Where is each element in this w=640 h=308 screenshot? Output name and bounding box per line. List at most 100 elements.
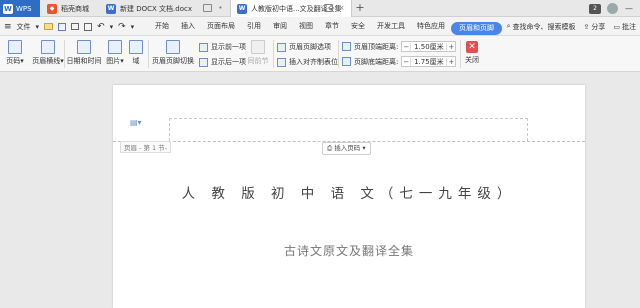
open-folder-icon[interactable] — [44, 23, 54, 30]
docer-store-icon: ◆ — [47, 3, 57, 14]
close-header-footer-button[interactable]: ✕ 关闭 — [463, 38, 481, 65]
header-top-label: 页眉顶端距离: — [354, 42, 399, 51]
menu-developer[interactable]: 开发工具 — [371, 17, 411, 36]
switch-icon — [166, 40, 180, 54]
print-preview-icon[interactable] — [84, 22, 93, 31]
header-line-label: 页眉横线 — [32, 57, 61, 65]
menu-references[interactable]: 引用 — [241, 17, 267, 36]
word-doc-icon: W — [106, 3, 116, 14]
file-menu[interactable]: 文件 — [17, 22, 31, 32]
footer-bottom-value[interactable]: 1.75厘米 — [411, 57, 446, 67]
share-button[interactable]: ⇪ 分享 — [584, 22, 606, 32]
link-icon — [251, 40, 265, 54]
decrease-button[interactable]: − — [402, 42, 412, 51]
field-label: 域 — [132, 57, 140, 65]
chevron-down-icon: ▾ — [120, 57, 124, 65]
picture-label: 图片 — [106, 57, 121, 65]
annotate-button[interactable]: ▭ 批注 — [613, 22, 636, 32]
divider — [273, 40, 274, 68]
wps-app-label: WPS — [16, 4, 32, 13]
menu-security[interactable]: 安全 — [345, 17, 371, 36]
menu-header-footer[interactable]: 页眉和页脚 — [451, 21, 502, 35]
picture-button[interactable]: 图片▾ — [104, 38, 126, 66]
new-tab-button[interactable]: + — [352, 0, 368, 17]
header-line-icon — [41, 40, 55, 54]
show-prev-button[interactable]: 显示前一项 — [199, 42, 246, 52]
tab-active-document[interactable]: W 人教版初中语...文及翻译全集 × — [230, 0, 352, 17]
menu-features[interactable]: 特色应用 — [411, 17, 451, 36]
show-next-icon — [199, 57, 208, 67]
notification-badge[interactable]: 2 — [589, 3, 601, 14]
chevron-down-icon[interactable]: ▾ — [131, 23, 135, 31]
menu-section[interactable]: 章节 — [319, 17, 345, 36]
tab-close-icon[interactable]: × — [337, 4, 346, 13]
increase-button[interactable]: + — [446, 57, 455, 66]
divider — [64, 40, 65, 68]
show-prev-icon — [199, 42, 208, 52]
tab-label: 新建 DOCX 文档.docx — [120, 4, 192, 13]
save-icon[interactable] — [58, 22, 67, 31]
header-top-stepper[interactable]: − 1.50厘米 + — [401, 41, 457, 52]
divider — [338, 40, 339, 68]
document-canvas[interactable]: ▤▾ 页眉 - 第 1 节- ⎙ 插入页码 ▾ 人 教 版 初 中 语 文（七一… — [0, 72, 640, 308]
redo-icon[interactable]: ↷ — [118, 22, 126, 32]
tab-close-icon[interactable]: • — [216, 4, 225, 13]
document-title[interactable]: 人 教 版 初 中 语 文（七一九年级） — [113, 182, 585, 202]
page-number-label: 页码 — [6, 57, 21, 65]
align-tab-icon — [277, 57, 286, 67]
search-command-label: 查找命令、搜索模板 — [512, 22, 576, 31]
close-icon: ✕ — [466, 41, 478, 53]
menu-home[interactable]: 开始 — [149, 17, 175, 36]
datetime-button[interactable]: 日期和时间 — [66, 38, 102, 66]
insert-page-number-label: 插入页码 — [334, 144, 361, 152]
header-top-value[interactable]: 1.50厘米 — [411, 42, 446, 52]
menu-review[interactable]: 审阅 — [267, 17, 293, 36]
field-button[interactable]: 域 — [128, 38, 144, 66]
print-icon[interactable] — [71, 23, 80, 30]
header-anchor-icon[interactable]: ▤▾ — [130, 118, 142, 127]
menu-page-layout[interactable]: 页面布局 — [201, 17, 241, 36]
header-edit-area[interactable] — [169, 118, 528, 141]
chevron-down-icon[interactable]: ▾ — [36, 23, 40, 31]
show-next-button[interactable]: 显示后一项 — [199, 57, 246, 67]
hamburger-menu-icon[interactable]: ≡ — [4, 22, 12, 32]
tab-preview-icon[interactable] — [324, 4, 333, 12]
footer-bottom-stepper[interactable]: − 1.75厘米 + — [401, 56, 457, 67]
search-command[interactable]: ⌕ 查找命令、搜索模板 — [507, 22, 576, 32]
header-top-icon — [342, 42, 351, 51]
page-number-icon — [8, 40, 22, 54]
footer-bottom-label: 页脚底端距离: — [354, 57, 399, 66]
insert-page-number-button[interactable]: ⎙ 插入页码 ▾ — [322, 142, 371, 155]
same-as-prev-button[interactable]: 同前节 — [246, 38, 270, 66]
decrease-button[interactable]: − — [402, 57, 412, 66]
menu-insert[interactable]: 插入 — [175, 17, 201, 36]
page-number-icon: ⎙ — [327, 144, 333, 152]
page-number-button[interactable]: 页码▾ — [2, 38, 28, 66]
undo-icon[interactable]: ↶ — [97, 22, 105, 32]
menu-view[interactable]: 视图 — [293, 17, 319, 36]
divider — [148, 40, 149, 68]
document-subtitle[interactable]: 古诗文原文及翻译全集 — [113, 242, 585, 259]
footer-bottom-distance: 页脚底端距离: − 1.75厘米 + — [342, 56, 457, 67]
header-section-label: 页眉 - 第 1 节- — [120, 141, 172, 153]
increase-button[interactable]: + — [446, 42, 455, 51]
header-top-distance: 页眉顶端距离: − 1.50厘米 + — [342, 41, 457, 52]
insert-align-tab-button[interactable]: 插入对齐制表位 — [277, 57, 338, 67]
header-line-button[interactable]: 页眉横线▾ — [30, 38, 66, 66]
header-footer-options-button[interactable]: 页眉页脚选项 — [277, 42, 331, 52]
chevron-down-icon[interactable]: ▾ — [110, 23, 114, 31]
document-page[interactable]: ▤▾ 页眉 - 第 1 节- ⎙ 插入页码 ▾ 人 教 版 初 中 语 文（七一… — [113, 85, 585, 308]
share-icon: ⇪ — [583, 22, 590, 31]
header-footer-switch-label: 页眉页脚切换 — [152, 57, 194, 65]
show-next-label: 显示后一项 — [211, 58, 246, 66]
minimize-button[interactable]: — — [624, 4, 634, 13]
header-footer-options-label: 页眉页脚选项 — [289, 43, 331, 51]
header-footer-switch-button[interactable]: 页眉页脚切换 — [151, 38, 195, 66]
wps-logo-icon: W — [3, 3, 13, 14]
avatar[interactable] — [607, 3, 618, 14]
tab-preview-icon[interactable] — [203, 4, 212, 12]
chevron-down-icon: ▾ — [20, 57, 24, 65]
wps-app-tab[interactable]: W WPS — [0, 0, 40, 17]
tab-new-docx[interactable]: W 新建 DOCX 文档.docx • — [100, 0, 230, 17]
tab-docer-store[interactable]: ◆ 稻壳商城 — [41, 0, 99, 17]
